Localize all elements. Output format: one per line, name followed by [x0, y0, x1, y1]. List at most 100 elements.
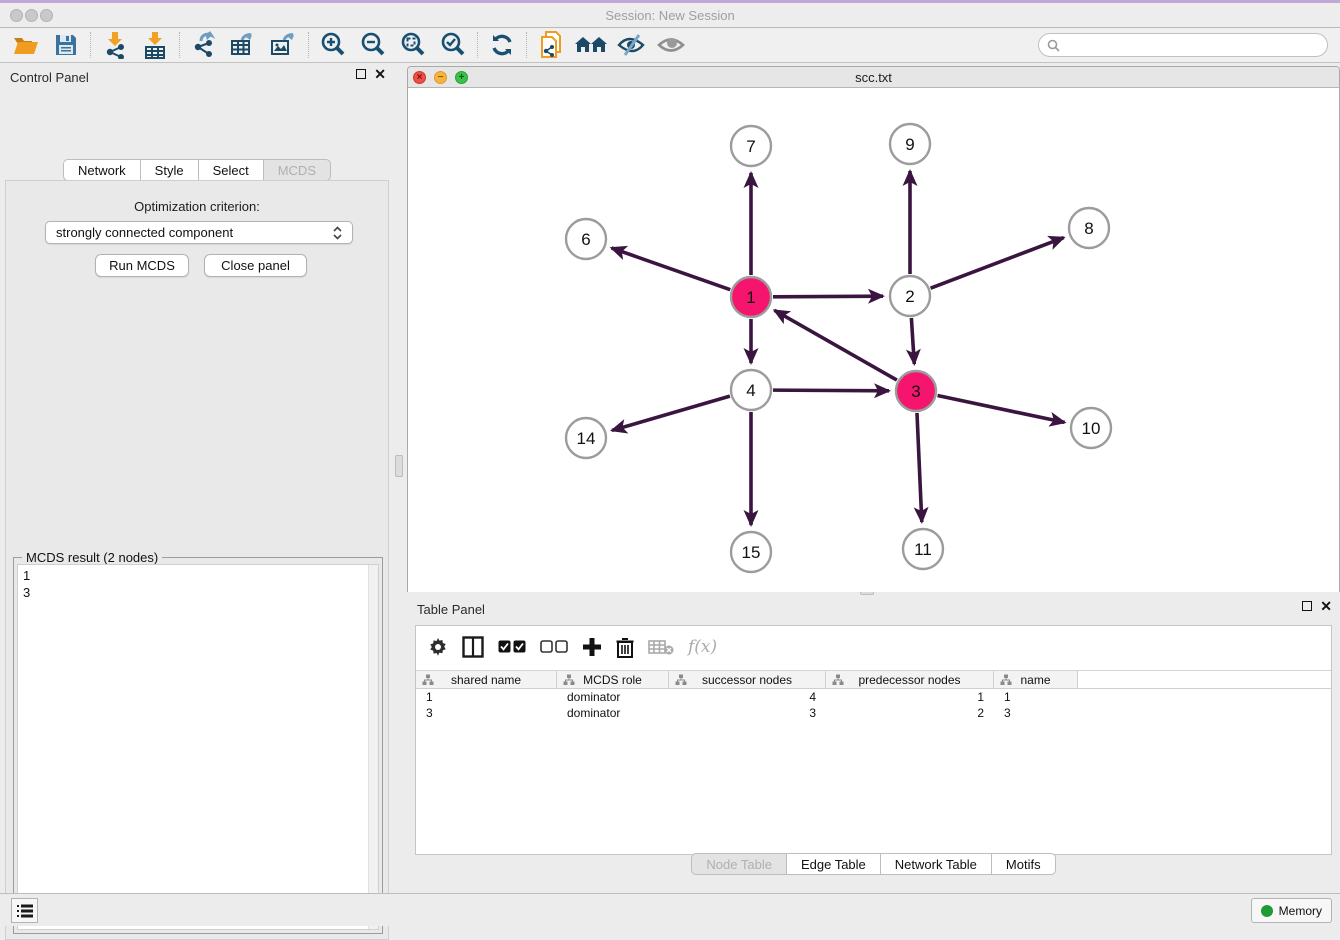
window-top-accent: [0, 0, 1340, 3]
zoom-fit-icon[interactable]: [393, 30, 433, 60]
zoom-out-icon[interactable]: [353, 30, 393, 60]
vertical-split-handle[interactable]: [395, 455, 403, 477]
search-input[interactable]: [1065, 38, 1319, 52]
close-panel-button[interactable]: Close panel: [204, 254, 307, 277]
graph-node-label-7: 7: [746, 137, 755, 156]
graph-edge-1-6[interactable]: [611, 248, 730, 290]
table-settings-icon[interactable]: [428, 634, 448, 660]
control-panel-title: Control Panel: [10, 70, 89, 85]
float-panel-icon[interactable]: [356, 69, 366, 79]
graph-node-label-9: 9: [905, 135, 914, 154]
save-session-icon[interactable]: [46, 30, 86, 60]
zoom-in-icon[interactable]: [313, 30, 353, 60]
table-cell: 1: [994, 689, 1078, 705]
hide-selected-icon[interactable]: [611, 30, 651, 60]
column-header-shared-name[interactable]: shared name: [416, 671, 557, 688]
column-header-MCDS-role[interactable]: MCDS role: [557, 671, 669, 688]
column-label: predecessor nodes: [858, 673, 960, 687]
title-bar: Session: New Session: [0, 0, 1340, 28]
select-all-icon[interactable]: [498, 634, 526, 660]
criterion-select[interactable]: strongly connected component: [45, 221, 353, 244]
tab-style[interactable]: Style: [141, 159, 199, 181]
export-image-icon[interactable]: [264, 30, 304, 60]
tab-motifs[interactable]: Motifs: [992, 853, 1056, 875]
refresh-layout-icon[interactable]: [482, 30, 522, 60]
network-from-selection-icon[interactable]: [531, 30, 571, 60]
network-window-titlebar[interactable]: × − + scc.txt: [408, 67, 1339, 88]
network-window-title: scc.txt: [408, 70, 1339, 85]
tab-network[interactable]: Network: [63, 159, 141, 181]
table-row[interactable]: 3dominator323: [416, 705, 1331, 721]
close-panel-icon[interactable]: ✕: [374, 69, 386, 79]
first-neighbors-icon[interactable]: [571, 30, 611, 60]
mcds-result-text[interactable]: 1 3: [17, 564, 379, 930]
control-panel: Control Panel ✕ NetworkStyleSelectMCDS O…: [0, 63, 394, 893]
graph-edge-1-2[interactable]: [773, 296, 883, 297]
graph-edge-3-11[interactable]: [917, 413, 922, 522]
tab-network-table[interactable]: Network Table: [881, 853, 992, 875]
run-mcds-button[interactable]: Run MCDS: [95, 254, 189, 277]
tab-edge-table[interactable]: Edge Table: [787, 853, 881, 875]
table-cell: dominator: [557, 689, 669, 705]
table-header-row: shared nameMCDS rolesuccessor nodes prede…: [416, 670, 1331, 689]
graph-edge-2-8[interactable]: [931, 238, 1064, 289]
float-table-panel-icon[interactable]: [1302, 601, 1312, 611]
list-icon: [17, 904, 33, 918]
open-session-icon[interactable]: [6, 30, 46, 60]
import-network-icon[interactable]: [95, 30, 135, 60]
zoom-selected-icon[interactable]: [433, 30, 473, 60]
export-table-icon[interactable]: [224, 30, 264, 60]
add-column-icon[interactable]: [582, 634, 602, 660]
graph-edge-4-3[interactable]: [773, 390, 889, 391]
column-header-predecessor-nodes[interactable]: predecessor nodes: [826, 671, 994, 688]
memory-button[interactable]: Memory: [1251, 898, 1332, 923]
table-cell: 2: [826, 705, 994, 721]
select-stepper-icon: [333, 226, 342, 240]
result-scrollbar[interactable]: [368, 565, 378, 929]
column-type-icon: [422, 674, 434, 686]
column-view-icon[interactable]: [462, 634, 484, 660]
tab-select[interactable]: Select: [199, 159, 264, 181]
table-body: 1dominator4113dominator323: [416, 689, 1331, 721]
column-header-name[interactable]: name: [994, 671, 1078, 688]
import-table-icon[interactable]: [135, 30, 175, 60]
delete-column-icon[interactable]: [616, 634, 634, 660]
table-panel: Table Panel ✕: [407, 595, 1340, 893]
toolbar-separator: [179, 32, 180, 58]
close-table-panel-icon[interactable]: ✕: [1320, 601, 1332, 611]
column-type-icon: [563, 674, 575, 686]
graph-node-label-4: 4: [746, 381, 755, 400]
table-row[interactable]: 1dominator411: [416, 689, 1331, 705]
table-cell: 1: [826, 689, 994, 705]
graph-node-label-1: 1: [746, 288, 755, 307]
graph-edge-3-10[interactable]: [938, 396, 1065, 423]
toolbar-separator: [90, 32, 91, 58]
graph-node-label-14: 14: [577, 429, 596, 448]
main-toolbar: [0, 28, 1340, 63]
export-network-icon[interactable]: [184, 30, 224, 60]
graph-node-label-15: 15: [742, 543, 761, 562]
function-builder-icon: f(x): [688, 634, 717, 660]
graph-edge-3-1[interactable]: [774, 310, 896, 380]
table-panel-title: Table Panel: [417, 602, 485, 617]
search-field[interactable]: [1038, 33, 1328, 57]
delete-table-icon: [648, 634, 674, 660]
table-cell: 1: [416, 689, 557, 705]
application-window: Session: New Session: [0, 0, 1340, 926]
graph-node-label-6: 6: [581, 230, 590, 249]
graph-node-label-8: 8: [1084, 219, 1093, 238]
graph-edge-4-14[interactable]: [612, 396, 730, 430]
graph-edge-2-3[interactable]: [911, 318, 914, 364]
tab-mcds[interactable]: MCDS: [264, 159, 331, 181]
table-tabs: Node TableEdge TableNetwork TableMotifs: [407, 853, 1340, 875]
status-bar: Memory: [0, 893, 1340, 926]
network-canvas-svg[interactable]: 7968124314101511: [408, 88, 1339, 592]
show-all-icon[interactable]: [651, 30, 691, 60]
task-history-button[interactable]: [11, 898, 38, 923]
graph-node-label-3: 3: [911, 382, 920, 401]
table-cell: 3: [669, 705, 826, 721]
tab-node-table[interactable]: Node Table: [691, 853, 787, 875]
column-header-successor-nodes[interactable]: successor nodes: [669, 671, 826, 688]
memory-label: Memory: [1279, 904, 1322, 918]
deselect-all-icon[interactable]: [540, 634, 568, 660]
